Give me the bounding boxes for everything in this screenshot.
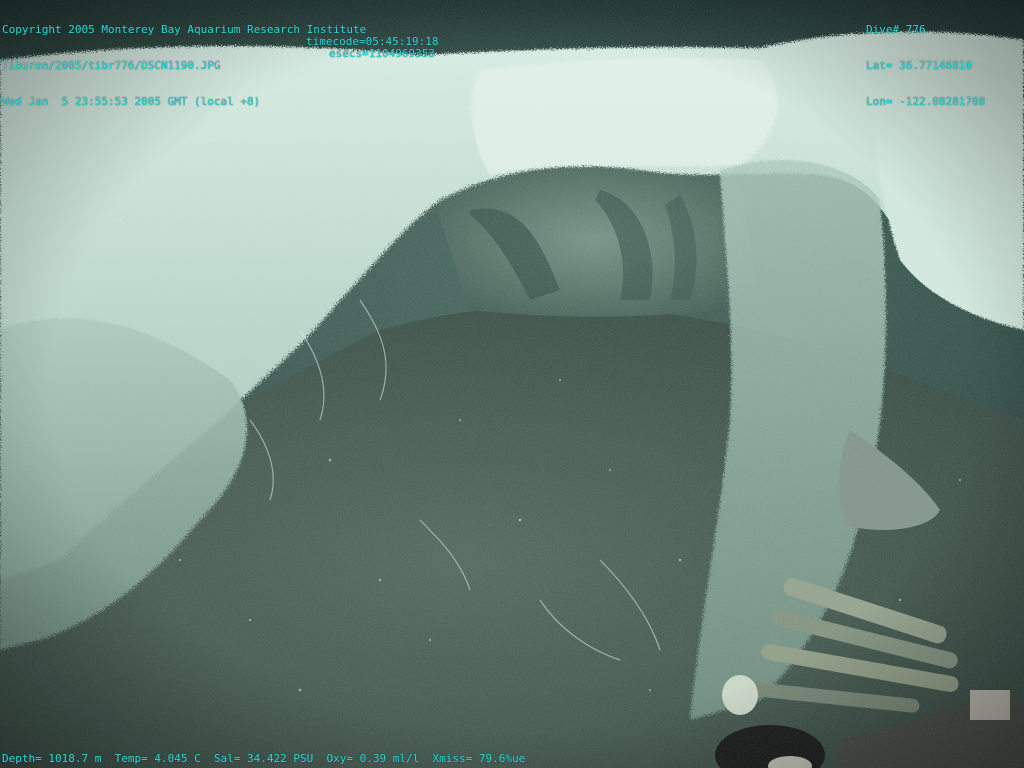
overlay-esecs: esecs=1104969353 xyxy=(329,47,435,60)
overlay-temp: Temp= 4.045 C xyxy=(114,752,201,765)
overlay-oxy: Oxy= 0.39 ml/l xyxy=(326,752,420,765)
overlay-sensor-readout: Depth= 1018.7 m Temp= 4.045 C Sal= 34.42… xyxy=(2,753,525,765)
overlay-lon: Lon= -122.08281708 xyxy=(866,95,986,108)
photo-frame: Copyright 2005 Monterey Bay Aquarium Res… xyxy=(0,0,1024,768)
overlay-info-right: Dive# 776 Lat= 36.77146810 Lon= -122.082… xyxy=(866,0,985,132)
overlay-lat: Lat= 36.77146810 xyxy=(866,59,972,72)
overlay-sal: Sal= 34.422 PSU xyxy=(213,752,314,765)
overlay-xmiss: Xmiss= 79.6%ue xyxy=(432,752,526,765)
overlay-datetime: Wed Jan 5 23:55:53 2005 GMT (local +8) xyxy=(2,95,261,108)
overlay-dive: Dive# 776 xyxy=(866,23,926,36)
overlay-esecs-block: esecs=1104969353 xyxy=(329,24,435,84)
overlay-depth: Depth= 1018.7 m xyxy=(2,752,102,765)
